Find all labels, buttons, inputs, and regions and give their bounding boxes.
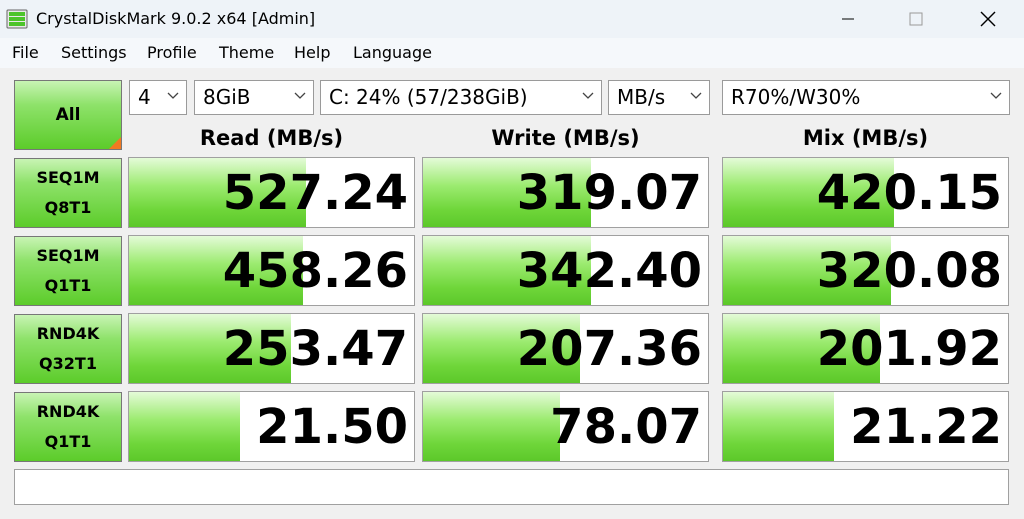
- mix-ratio-select[interactable]: R70%/W30%: [722, 80, 1010, 115]
- test-label-line1: RND4K: [36, 402, 100, 421]
- test-button-rnd4k-q1t1[interactable]: RND4K Q1T1: [14, 392, 122, 462]
- drive-value: C: 24% (57/238GiB): [329, 85, 528, 109]
- menu-help[interactable]: Help: [294, 43, 330, 62]
- all-button-label: All: [55, 105, 81, 125]
- drive-select[interactable]: C: 24% (57/238GiB): [320, 80, 602, 115]
- result-value: 420.15: [816, 165, 1002, 221]
- result-cell-write: 319.07: [422, 157, 709, 228]
- window-title: CrystalDiskMark 9.0.2 x64 [Admin]: [36, 9, 316, 28]
- menu-theme[interactable]: Theme: [219, 43, 274, 62]
- result-cell-read: 458.26: [128, 235, 415, 306]
- result-value: 458.26: [222, 243, 408, 299]
- unit-select[interactable]: MB/s: [608, 80, 710, 115]
- column-header-mix: Mix (MB/s): [802, 126, 929, 150]
- result-cell-mix: 320.08: [722, 235, 1009, 306]
- title-bar: CrystalDiskMark 9.0.2 x64 [Admin]: [0, 0, 1024, 38]
- result-value: 342.40: [516, 243, 702, 299]
- corner-marker: [109, 137, 121, 149]
- test-button-seq1m-q8t1[interactable]: SEQ1M Q8T1: [14, 158, 122, 228]
- unit-value: MB/s: [617, 85, 666, 109]
- test-label-line2: Q1T1: [44, 276, 92, 295]
- chevron-down-icon: [294, 92, 306, 99]
- close-button[interactable]: [965, 0, 1011, 38]
- column-header-write: Write (MB/s): [491, 126, 640, 150]
- close-icon: [980, 11, 996, 27]
- crystaldiskmark-app-icon: [6, 8, 28, 30]
- test-size-select[interactable]: 8GiB: [194, 80, 314, 115]
- comment-input[interactable]: [14, 469, 1009, 505]
- result-cell-write: 342.40: [422, 235, 709, 306]
- minimize-button[interactable]: [825, 0, 871, 38]
- result-cell-write: 207.36: [422, 313, 709, 384]
- result-cell-read: 527.24: [128, 157, 415, 228]
- result-cell-read: 253.47: [128, 313, 415, 384]
- mix-ratio-value: R70%/W30%: [731, 85, 861, 109]
- test-label-line1: RND4K: [36, 324, 100, 343]
- menu-language[interactable]: Language: [353, 43, 432, 62]
- menu-profile[interactable]: Profile: [147, 43, 197, 62]
- result-value: 78.07: [550, 399, 702, 455]
- result-cell-write: 78.07: [422, 391, 709, 462]
- test-button-seq1m-q1t1[interactable]: SEQ1M Q1T1: [14, 236, 122, 306]
- chevron-down-icon: [582, 92, 594, 99]
- test-label-line1: SEQ1M: [36, 246, 100, 265]
- test-button-rnd4k-q32t1[interactable]: RND4K Q32T1: [14, 314, 122, 384]
- test-label-line2: Q1T1: [44, 432, 92, 451]
- test-count-value: 4: [138, 85, 151, 109]
- result-cell-mix: 420.15: [722, 157, 1009, 228]
- test-size-value: 8GiB: [203, 85, 251, 109]
- result-value: 21.50: [256, 399, 408, 455]
- all-button[interactable]: All: [14, 80, 122, 150]
- result-cell-mix: 21.22: [722, 391, 1009, 462]
- result-value: 527.24: [222, 165, 408, 221]
- result-cell-mix: 201.92: [722, 313, 1009, 384]
- minimize-icon: [842, 18, 854, 20]
- test-label-line2: Q8T1: [44, 198, 92, 217]
- menu-settings[interactable]: Settings: [61, 43, 127, 62]
- result-cell-read: 21.50: [128, 391, 415, 462]
- chevron-down-icon: [690, 92, 702, 99]
- chevron-down-icon: [990, 92, 1002, 99]
- result-value: 319.07: [516, 165, 702, 221]
- test-count-select[interactable]: 4: [129, 80, 187, 115]
- chevron-down-icon: [167, 92, 179, 99]
- menu-file[interactable]: File: [12, 43, 39, 62]
- test-label-line2: Q32T1: [39, 354, 97, 373]
- test-label-line1: SEQ1M: [36, 168, 100, 187]
- column-header-read: Read (MB/s): [199, 126, 344, 150]
- result-bar: [423, 392, 560, 461]
- result-value: 207.36: [516, 321, 702, 377]
- result-bar: [723, 392, 835, 461]
- maximize-button[interactable]: [893, 0, 939, 38]
- result-value: 253.47: [222, 321, 408, 377]
- maximize-icon: [909, 12, 923, 26]
- menu-bar: File Settings Profile Theme Help Languag…: [0, 38, 1024, 68]
- result-value: 320.08: [816, 243, 1002, 299]
- result-value: 21.22: [850, 399, 1002, 455]
- result-bar: [129, 392, 241, 461]
- result-value: 201.92: [816, 321, 1002, 377]
